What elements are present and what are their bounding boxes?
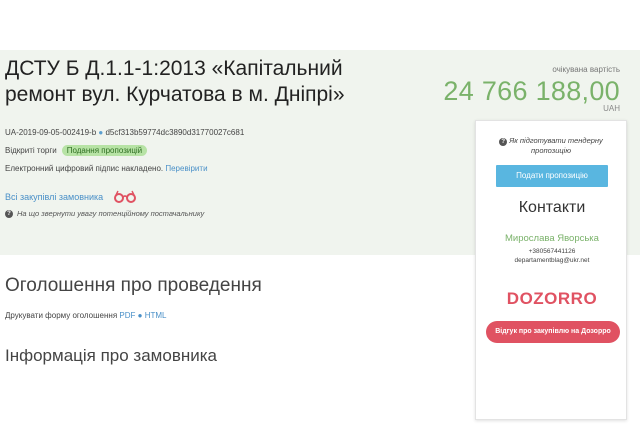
print-pdf-link[interactable]: PDF [119, 311, 135, 320]
tender-title: ДСТУ Б Д.1.1-1:2013 «Капітальний ремонт … [5, 57, 345, 106]
print-form-line: Друкувати форму оголошення PDF ● HTML [5, 311, 166, 320]
sidebar-card: ? Як підготувати тендерну пропозицію Пода… [475, 120, 627, 420]
question-icon: ? [499, 138, 508, 146]
announcement-heading: Оголошення про проведення [5, 275, 262, 296]
value-caption: очікувана вартість [552, 65, 620, 74]
procedure-type: Відкриті торги [5, 146, 57, 155]
all-purchases-row: Всі закупівлі замовника [5, 190, 137, 204]
contact-name: Мирослава Яворська [505, 233, 599, 244]
status-badge: Подання пропозицій [61, 145, 148, 156]
customer-info-heading: Інформація про замовника [5, 346, 218, 365]
verify-signature-link[interactable]: Перевірити [165, 164, 207, 173]
tender-id-line: UA-2019-09-05-002419-b ● d5cf313b59774dc… [5, 128, 244, 137]
contact-email[interactable]: departamentblag@ukr.net [476, 257, 628, 264]
value-amount: 24 766 188,00 [443, 76, 620, 106]
contact-phone: +380567441126 [528, 248, 576, 255]
prep-guide-link[interactable]: ? Як підготувати тендерну пропозицію [486, 136, 616, 156]
dozorro-logo: DOZORRO [506, 289, 598, 308]
bullet-icon: ● [137, 311, 145, 320]
signature-line: Електронний цифровий підпис накладено. П… [5, 164, 208, 173]
dozorro-review-button[interactable]: Відгук про закупівлю на Дозорро [486, 321, 620, 343]
tender-id: UA-2019-09-05-002419-b [5, 128, 97, 137]
expected-value-block: очікувана вартість 24 766 188,00 UAH [443, 65, 620, 113]
all-purchases-link[interactable]: Всі закупівлі замовника [5, 192, 103, 202]
status-line: Відкриті торги Подання пропозицій [5, 145, 148, 156]
prep-guide-label: Як підготувати тендерну пропозицію [509, 136, 603, 155]
submit-proposal-button[interactable]: Подати пропозицію [496, 165, 608, 187]
hint-text: На що звернути увагу потенційному постач… [17, 209, 205, 218]
tender-hash: d5cf313b59774dc3890d31770027c681 [105, 128, 245, 137]
signature-text: Електронний цифровий підпис накладено. [5, 164, 164, 173]
print-form-label: Друкувати форму оголошення [5, 311, 118, 320]
glasses-icon[interactable] [113, 190, 137, 204]
question-icon: ? [5, 209, 13, 218]
supplier-hint[interactable]: ? На що звернути увагу потенційному пост… [5, 209, 204, 218]
print-html-link[interactable]: HTML [145, 311, 167, 320]
contacts-title: Контакти [518, 199, 586, 216]
